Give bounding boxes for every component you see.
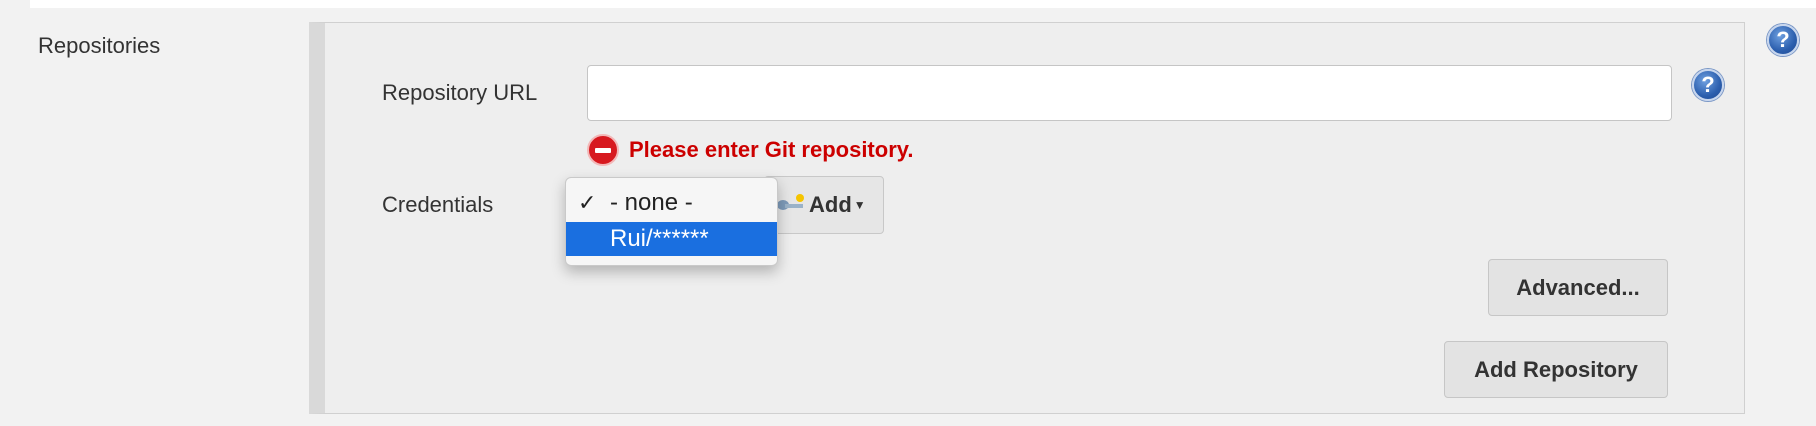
- validation-error: Please enter Git repository.: [587, 133, 913, 167]
- checkmark-icon: ✓: [578, 190, 597, 215]
- add-credentials-label: Add: [809, 192, 852, 217]
- repository-url-input[interactable]: [587, 65, 1672, 121]
- add-credentials-button[interactable]: Add ▼: [764, 176, 884, 234]
- credentials-option-none[interactable]: ✓ - none -: [566, 186, 777, 220]
- advanced-button[interactable]: Advanced...: [1488, 259, 1668, 316]
- repository-url-help-icon[interactable]: ?: [1692, 69, 1724, 101]
- help-icon[interactable]: ?: [1767, 24, 1799, 56]
- error-message: Please enter Git repository.: [629, 137, 914, 162]
- option-label: Rui/******: [610, 225, 709, 252]
- key-icon: [777, 194, 805, 214]
- option-label: - none -: [610, 189, 693, 216]
- credentials-dropdown[interactable]: ✓ - none - Rui/******: [565, 177, 778, 266]
- add-repository-button[interactable]: Add Repository: [1444, 341, 1668, 398]
- credentials-label: Credentials: [382, 192, 494, 217]
- dropdown-arrow-icon: ▼: [853, 198, 866, 212]
- credentials-option-rui[interactable]: Rui/******: [566, 222, 777, 256]
- repository-url-label: Repository URL: [382, 80, 538, 105]
- error-icon: [587, 134, 619, 166]
- top-strip: [30, 0, 1816, 8]
- section-label-repositories: Repositories: [38, 33, 161, 58]
